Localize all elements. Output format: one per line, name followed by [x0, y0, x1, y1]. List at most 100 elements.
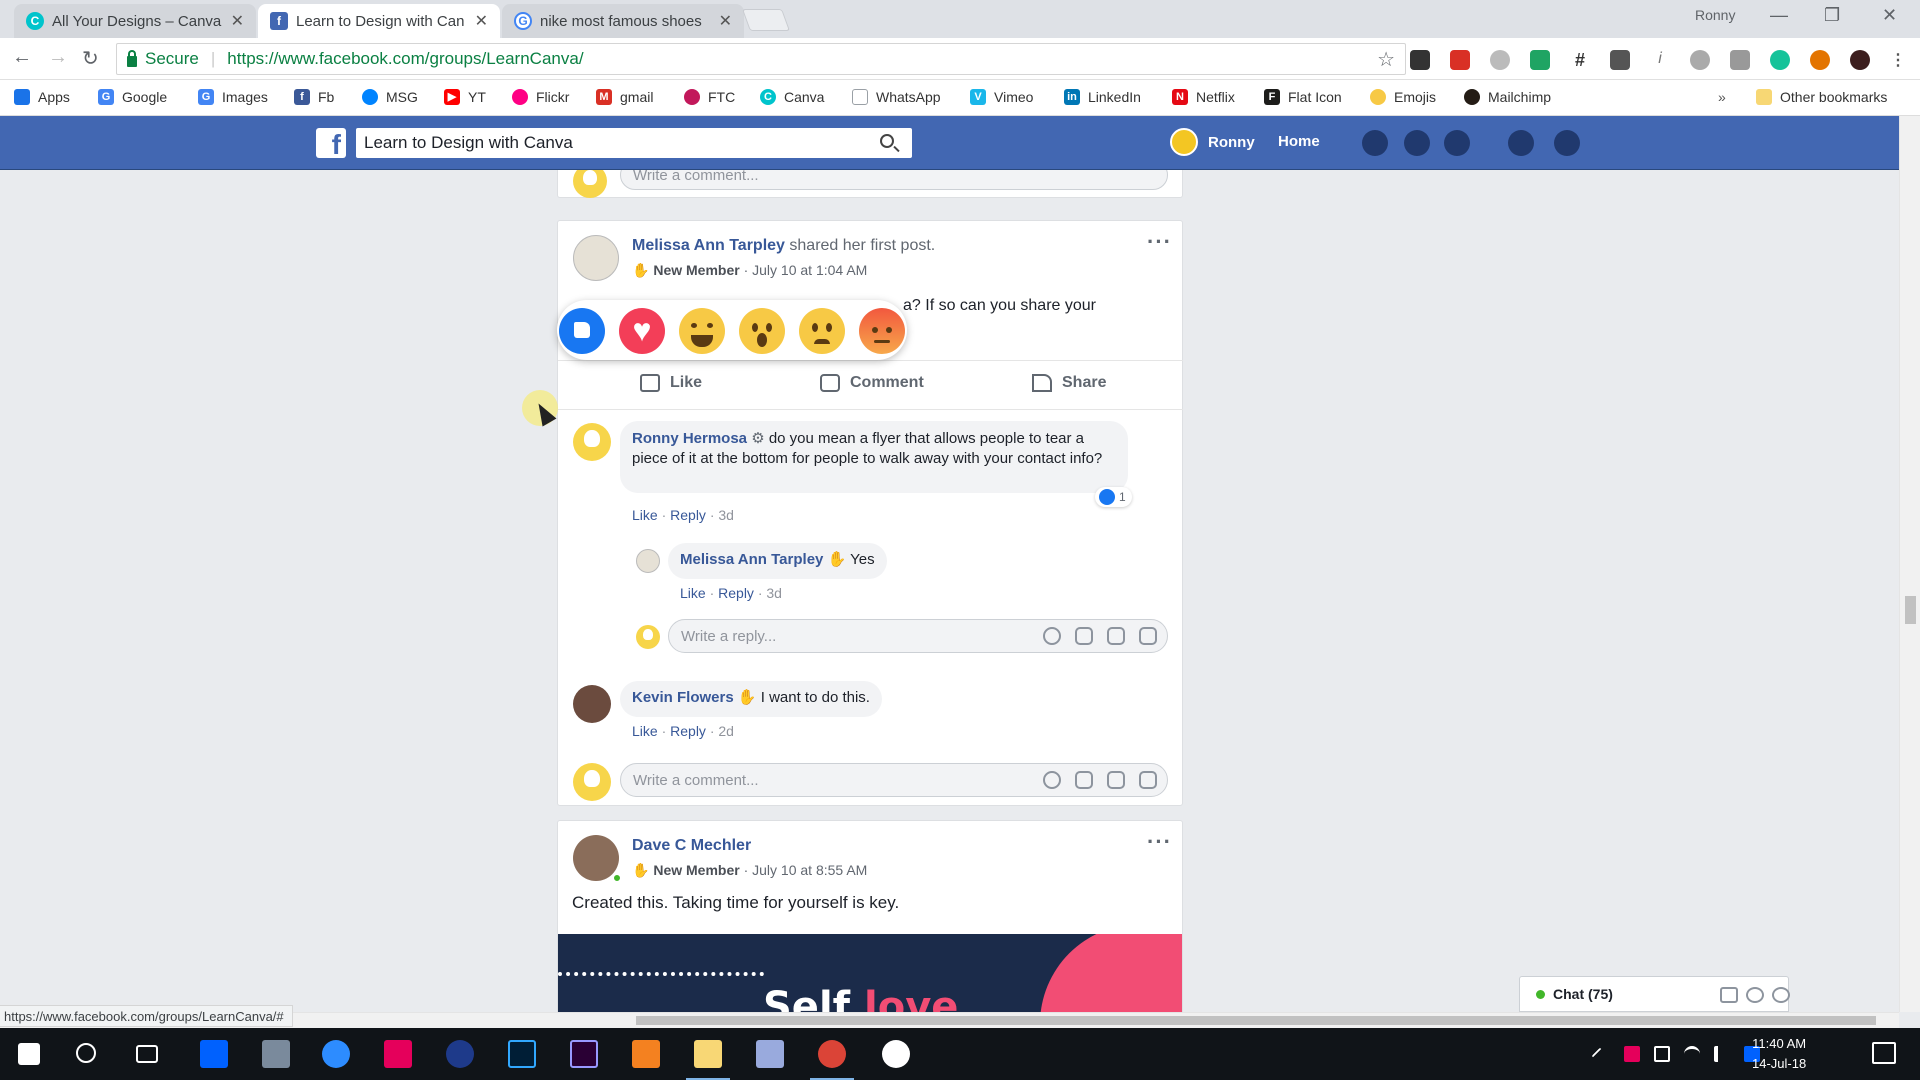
new-message-icon[interactable]: [1720, 987, 1738, 1003]
forward-arrow-icon[interactable]: →: [48, 46, 68, 69]
tray-app-icon[interactable]: [1624, 1046, 1640, 1062]
bookmark-images[interactable]: G Images: [198, 89, 268, 105]
notes-icon[interactable]: [756, 1040, 784, 1068]
battery-icon[interactable]: [1654, 1046, 1670, 1062]
comment-reply-link[interactable]: Reply: [670, 507, 706, 523]
dropbox-icon[interactable]: [200, 1040, 228, 1068]
close-tab-icon[interactable]: ✕: [231, 11, 244, 31]
messenger-icon[interactable]: [1404, 130, 1430, 156]
gif-icon[interactable]: [1107, 771, 1125, 789]
chat-sidebar-toggle[interactable]: Chat (75): [1519, 976, 1790, 1012]
sad-reaction-icon[interactable]: [799, 308, 845, 354]
vlc-icon[interactable]: [632, 1040, 660, 1068]
bookmark-canva[interactable]: C Canva: [760, 89, 824, 105]
profile-link[interactable]: Ronny: [1170, 128, 1255, 156]
bookmark-google[interactable]: G Google: [98, 89, 167, 105]
post-author-link[interactable]: Melissa Ann Tarpley: [632, 237, 785, 254]
reply-time[interactable]: 3d: [766, 585, 782, 601]
extension-inbox-icon[interactable]: [1730, 50, 1750, 70]
comment-input[interactable]: Write a comment...: [620, 763, 1168, 797]
pen-icon[interactable]: [1530, 50, 1550, 70]
close-window-icon[interactable]: ✕: [1882, 5, 1897, 26]
facebook-logo-icon[interactable]: f: [316, 128, 346, 158]
window-profile-name[interactable]: Ronny: [1695, 7, 1735, 23]
action-center-icon[interactable]: [1872, 1042, 1896, 1064]
app-notification-icon[interactable]: [882, 1040, 910, 1068]
file-explorer-icon[interactable]: [686, 1040, 730, 1080]
system-clock[interactable]: 11:40 AM 14-Jul-18: [1752, 1034, 1806, 1074]
search-icon[interactable]: [76, 1043, 96, 1063]
bookmark-flickr[interactable]: Flickr: [512, 89, 569, 105]
vertical-scrollbar[interactable]: [1899, 116, 1920, 1012]
minimize-icon[interactable]: —: [1770, 5, 1788, 26]
profile-avatar-icon[interactable]: [1850, 50, 1870, 70]
comment-author-link[interactable]: Kevin Flowers: [632, 689, 734, 706]
tray-expand-icon[interactable]: [1591, 1047, 1609, 1065]
scroll-thumb[interactable]: [636, 1016, 1876, 1025]
comment-like-link[interactable]: Like: [632, 723, 658, 739]
reply-input[interactable]: Write a reply...: [668, 619, 1168, 653]
tab-canva-designs[interactable]: C All Your Designs – Canva ✕: [14, 4, 256, 38]
sticker-icon[interactable]: [1139, 771, 1157, 789]
bookmarks-overflow-button[interactable]: »: [1718, 89, 1726, 105]
bookmark-star-icon[interactable]: ☆: [1377, 47, 1395, 72]
tab-facebook-group[interactable]: f Learn to Design with Can ✕: [258, 4, 500, 38]
wifi-icon[interactable]: [1684, 1046, 1700, 1062]
post-timestamp[interactable]: July 10 at 8:55 AM: [752, 862, 867, 878]
friend-requests-icon[interactable]: [1362, 130, 1388, 156]
wow-reaction-icon[interactable]: [739, 308, 785, 354]
extension-orange-icon[interactable]: [1810, 50, 1830, 70]
extension-red-icon[interactable]: [1450, 50, 1470, 70]
like-button[interactable]: Like: [640, 374, 702, 392]
emoji-icon[interactable]: [1043, 771, 1061, 789]
settings-gear-icon[interactable]: [1554, 130, 1580, 156]
post-timestamp[interactable]: July 10 at 1:04 AM: [752, 262, 867, 278]
grammarly-icon[interactable]: [1770, 50, 1790, 70]
bookmark-ftc[interactable]: FTC: [684, 89, 735, 105]
extension-map-icon[interactable]: [1610, 50, 1630, 70]
back-arrow-icon[interactable]: ←: [12, 46, 32, 69]
reply-reply-link[interactable]: Reply: [718, 585, 754, 601]
comment-author-link[interactable]: Ronny Hermosa: [632, 430, 747, 447]
bookmark-gmail[interactable]: Mgmail: [596, 89, 653, 105]
bookmark-msg[interactable]: MSG: [362, 89, 418, 105]
restore-icon[interactable]: ❐: [1824, 5, 1840, 26]
comment-input[interactable]: Write a comment...: [620, 170, 1168, 190]
scroll-thumb[interactable]: [1905, 596, 1916, 624]
avatar[interactable]: [636, 549, 660, 573]
tab-google-search[interactable]: G nike most famous shoes ✕: [502, 4, 744, 38]
comment-time[interactable]: 3d: [718, 507, 734, 523]
menu-dots-icon[interactable]: ⋮: [1888, 50, 1908, 70]
close-tab-icon[interactable]: ✕: [475, 11, 488, 31]
bookmark-emojis[interactable]: Emojis: [1370, 89, 1436, 105]
photoshop-icon[interactable]: [508, 1040, 536, 1068]
comment-reaction-count[interactable]: 1: [1095, 487, 1132, 507]
chat-settings-gear-icon[interactable]: [1772, 987, 1790, 1003]
gif-icon[interactable]: [1107, 627, 1125, 645]
like-reaction-icon[interactable]: [559, 308, 605, 354]
bookmark-fb[interactable]: f Fb: [294, 89, 334, 105]
extension-grey-icon[interactable]: [1690, 50, 1710, 70]
app-blue-icon[interactable]: [446, 1040, 474, 1068]
reply-author-link[interactable]: Melissa Ann Tarpley: [680, 551, 823, 568]
volume-icon[interactable]: [1714, 1046, 1730, 1062]
post-image[interactable]: Self love: [558, 934, 1182, 1012]
windows-start-icon[interactable]: [18, 1043, 40, 1065]
other-bookmarks[interactable]: Other bookmarks: [1756, 89, 1887, 105]
comment-button[interactable]: Comment: [820, 374, 924, 392]
share-button[interactable]: Share: [1032, 374, 1106, 392]
avatar[interactable]: [573, 235, 619, 281]
comment-reply-link[interactable]: Reply: [670, 723, 706, 739]
reload-icon[interactable]: ↻: [82, 46, 99, 71]
bookmark-netflix[interactable]: N Netflix: [1172, 89, 1235, 105]
camera-icon[interactable]: [1075, 771, 1093, 789]
bookmark-flaticon[interactable]: F Flat Icon: [1264, 89, 1342, 105]
post-author-link[interactable]: Dave C Mechler: [632, 837, 751, 854]
address-bar[interactable]: Secure | https://www.facebook.com/groups/…: [116, 43, 1406, 75]
bookmark-apps[interactable]: Apps: [14, 89, 70, 105]
info-icon[interactable]: i: [1650, 50, 1670, 70]
chrome-icon[interactable]: [810, 1040, 854, 1080]
angry-reaction-icon[interactable]: [859, 308, 905, 354]
comment-time[interactable]: 2d: [718, 723, 734, 739]
bookmark-vimeo[interactable]: V Vimeo: [970, 89, 1033, 105]
